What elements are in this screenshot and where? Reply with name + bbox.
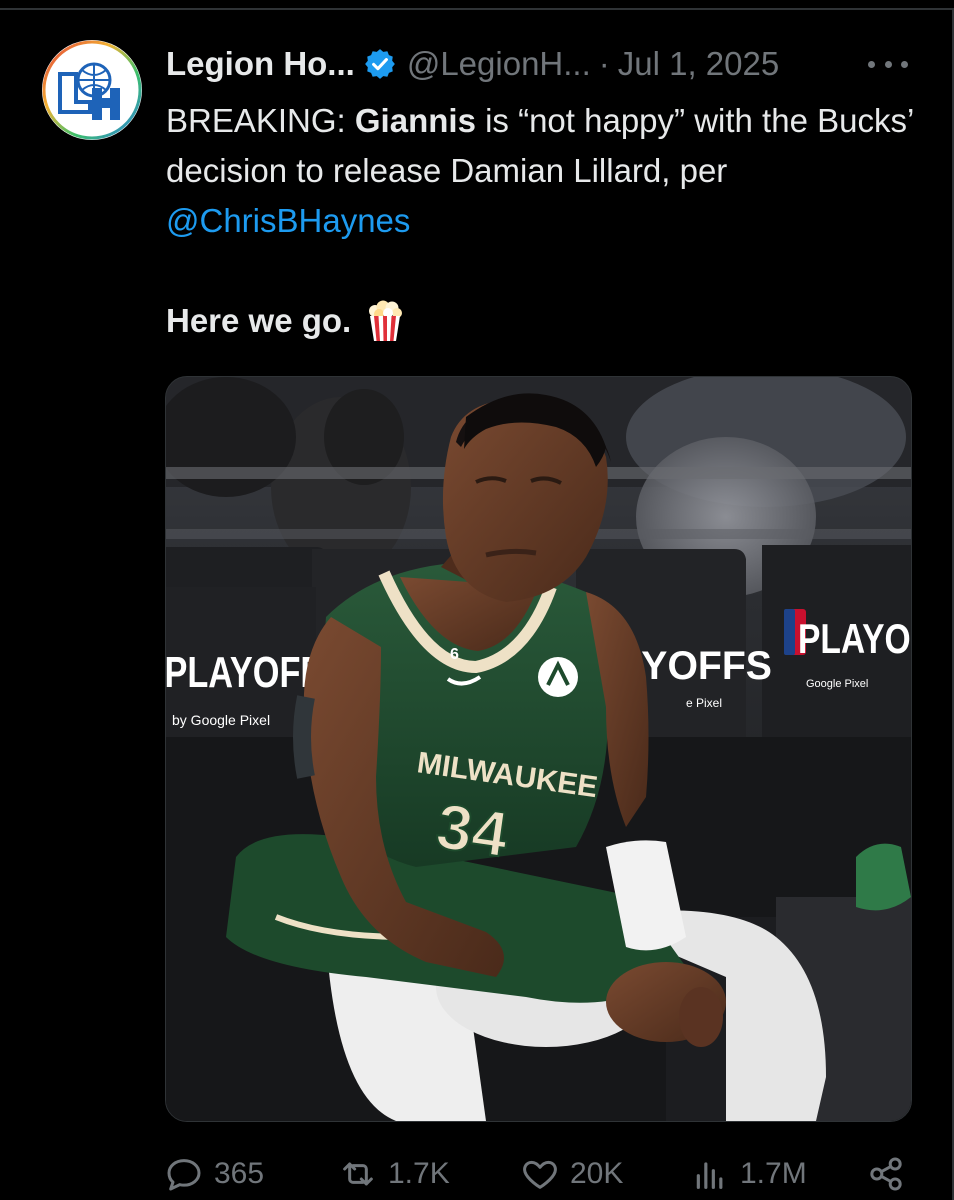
analytics-bars-icon bbox=[696, 1162, 723, 1189]
more-dot bbox=[868, 60, 875, 68]
jersey-patch-text: 6 bbox=[450, 646, 459, 663]
repost-count: 1.7K bbox=[388, 1157, 450, 1190]
signage-center-text: YOFFS bbox=[641, 644, 772, 688]
repost-arrows-icon bbox=[343, 1162, 373, 1186]
reply-bubble-icon bbox=[167, 1159, 201, 1191]
post-header: Legion Ho... @LegionH... · Jul 1, 2025 bbox=[166, 44, 779, 84]
mention-link[interactable]: @ChrisBHaynes bbox=[166, 202, 410, 239]
post-date[interactable]: Jul 1, 2025 bbox=[618, 45, 779, 83]
signage-right-text: PLAYOFF bbox=[798, 617, 911, 663]
share-button[interactable] bbox=[866, 1154, 916, 1194]
post-media-photo[interactable]: PLAYOFFS by Google Pixel YOFFS e Pixel P… bbox=[165, 376, 912, 1122]
post-text: BREAKING: Giannis is “not happy” with th… bbox=[166, 96, 926, 246]
more-dot bbox=[884, 60, 892, 68]
like-count: 20K bbox=[570, 1157, 624, 1190]
like-button[interactable]: 20K bbox=[520, 1154, 623, 1194]
text-prefix: BREAKING: bbox=[166, 102, 355, 139]
separator-dot: · bbox=[598, 45, 610, 82]
post-action-bar: 365 1.7K 20K 1.7M bbox=[0, 1148, 954, 1200]
author-handle[interactable]: @LegionH... bbox=[407, 45, 591, 83]
legion-hoops-logo-icon bbox=[42, 40, 142, 140]
jersey-number-text: 34 bbox=[432, 790, 513, 871]
post-closing-line: Here we go. bbox=[166, 296, 405, 346]
reply-count: 365 bbox=[214, 1157, 265, 1190]
share-icon bbox=[870, 1157, 902, 1191]
author-avatar[interactable] bbox=[42, 40, 142, 140]
popcorn-icon bbox=[369, 300, 403, 341]
reply-button[interactable]: 365 bbox=[164, 1154, 264, 1194]
more-dot bbox=[901, 60, 908, 68]
more-options-icon[interactable] bbox=[868, 52, 908, 76]
signage-left-sub: by Google Pixel bbox=[172, 712, 270, 728]
closing-text: Here we go. bbox=[166, 302, 352, 339]
top-divider bbox=[0, 8, 954, 10]
photo-illustration: PLAYOFFS by Google Pixel YOFFS e Pixel P… bbox=[166, 377, 911, 1121]
views-button[interactable]: 1.7M bbox=[690, 1154, 807, 1194]
view-count: 1.7M bbox=[740, 1157, 807, 1190]
verified-badge-icon bbox=[364, 49, 395, 79]
author-display-name[interactable]: Legion Ho... bbox=[166, 45, 355, 83]
text-bold-name: Giannis bbox=[354, 102, 476, 139]
heart-icon bbox=[523, 1160, 557, 1189]
repost-button[interactable]: 1.7K bbox=[338, 1154, 450, 1194]
signage-center-sub: e Pixel bbox=[686, 696, 722, 710]
signage-right-sub: Google Pixel bbox=[806, 678, 868, 690]
